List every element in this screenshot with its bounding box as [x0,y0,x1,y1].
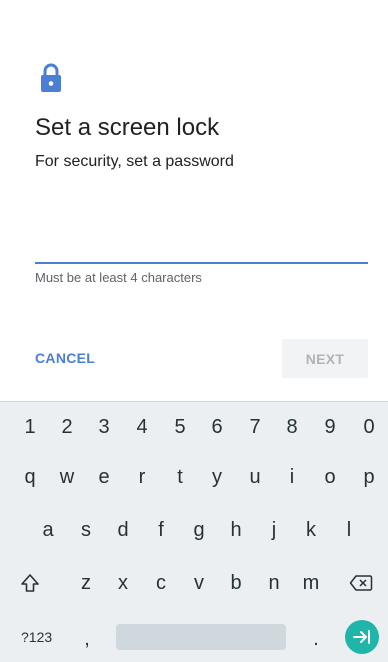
key-2[interactable]: 2 [48,408,86,446]
key-w[interactable]: w [48,458,86,496]
key-b[interactable]: b [217,564,255,602]
key-l[interactable]: l [330,511,368,549]
key-f[interactable]: f [142,511,180,549]
key-j[interactable]: j [255,511,293,549]
key-g[interactable]: g [180,511,218,549]
key-y[interactable]: y [198,458,236,496]
key-t[interactable]: t [161,458,199,496]
key-p[interactable]: p [350,458,388,496]
key-0[interactable]: 0 [350,408,388,446]
key-5[interactable]: 5 [161,408,199,446]
key-i[interactable]: i [273,458,311,496]
key-8[interactable]: 8 [273,408,311,446]
key-v[interactable]: v [180,564,218,602]
key-n[interactable]: n [255,564,293,602]
key-r[interactable]: r [123,458,161,496]
key-4[interactable]: 4 [123,408,161,446]
comma-key[interactable]: , [68,620,106,658]
screen-lock-setup: Set a screen lock For security, set a pa… [0,0,388,662]
enter-next-icon[interactable] [345,620,379,654]
key-d[interactable]: d [104,511,142,549]
password-hint: Must be at least 4 characters [35,270,202,285]
password-input[interactable] [35,232,368,264]
key-o[interactable]: o [311,458,349,496]
key-u[interactable]: u [236,458,274,496]
soft-keyboard: 1 2 3 4 5 6 7 8 9 0 q w e r t y u i o p … [0,401,388,662]
shift-icon[interactable] [11,564,49,602]
symbols-key[interactable]: ?123 [11,618,67,656]
space-key[interactable] [116,624,286,650]
key-x[interactable]: x [104,564,142,602]
key-q[interactable]: q [11,458,49,496]
key-e[interactable]: e [85,458,123,496]
next-button[interactable]: NEXT [282,339,368,378]
lock-icon [41,63,61,92]
key-1[interactable]: 1 [11,408,49,446]
key-m[interactable]: m [292,564,330,602]
key-k[interactable]: k [292,511,330,549]
key-z[interactable]: z [67,564,105,602]
key-h[interactable]: h [217,511,255,549]
key-c[interactable]: c [142,564,180,602]
key-3[interactable]: 3 [85,408,123,446]
period-key[interactable]: . [297,620,335,658]
page-title: Set a screen lock [35,114,220,141]
key-9[interactable]: 9 [311,408,349,446]
key-7[interactable]: 7 [236,408,274,446]
key-s[interactable]: s [67,511,105,549]
backspace-icon[interactable] [342,564,380,602]
key-6[interactable]: 6 [198,408,236,446]
key-a[interactable]: a [29,511,67,549]
cancel-button[interactable]: CANCEL [35,350,95,366]
page-subtitle: For security, set a password [35,153,234,170]
